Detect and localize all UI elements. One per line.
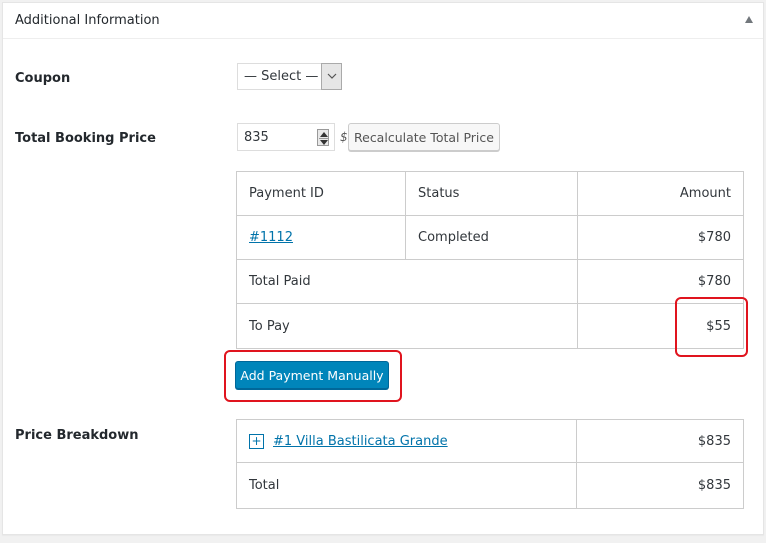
table-row: + #1 Villa Bastilicata Grande $835: [236, 419, 744, 463]
total-paid-row: Total Paid $780: [236, 259, 744, 304]
breakdown-item-cell: + #1 Villa Bastilicata Grande: [236, 419, 577, 463]
recalculate-total-price-button[interactable]: Recalculate Total Price: [348, 123, 500, 151]
payment-status-cell: Completed: [405, 215, 578, 260]
column-header-status: Status: [405, 171, 578, 216]
coupon-select-value: — Select —: [244, 69, 319, 84]
to-pay-label: To Pay: [236, 303, 578, 349]
payment-id-cell: #1112: [236, 215, 406, 260]
breakdown-item-amount: $835: [576, 419, 744, 463]
plus-icon[interactable]: +: [249, 433, 264, 449]
total-booking-price-input[interactable]: 835: [237, 123, 335, 151]
add-payment-manually-button[interactable]: Add Payment Manually: [235, 361, 389, 389]
column-header-payment-id: Payment ID: [236, 171, 406, 216]
total-booking-price-label: Total Booking Price: [15, 131, 156, 146]
to-pay-value: $55: [577, 303, 744, 349]
price-breakdown-table: + #1 Villa Bastilicata Grande $835 Total …: [236, 419, 744, 509]
total-paid-value: $780: [577, 259, 744, 304]
total-paid-label: Total Paid: [236, 259, 578, 304]
total-booking-price-value: 835: [244, 130, 269, 145]
breakdown-total-value: $835: [576, 462, 744, 509]
metabox-header[interactable]: Additional Information: [3, 3, 763, 39]
breakdown-total-label: Total: [236, 462, 577, 509]
payment-id-link[interactable]: #1112: [249, 230, 293, 245]
currency-symbol: $: [340, 130, 348, 144]
chevron-down-icon[interactable]: [321, 63, 342, 90]
accommodation-link[interactable]: #1 Villa Bastilicata Grande: [273, 434, 448, 449]
metabox-title: Additional Information: [15, 13, 160, 28]
breakdown-total-row: Total $835: [236, 462, 744, 509]
price-breakdown-label: Price Breakdown: [15, 428, 139, 443]
coupon-select[interactable]: — Select —: [237, 63, 342, 90]
number-spinner-icon[interactable]: [317, 129, 329, 146]
additional-information-metabox: Additional Information Coupon — Select —…: [2, 2, 764, 535]
payments-table: Payment ID Status Amount #1112 Completed…: [236, 171, 744, 349]
payment-amount-cell: $780: [577, 215, 744, 260]
triangle-up-icon[interactable]: [745, 16, 753, 23]
table-header-row: Payment ID Status Amount: [236, 171, 744, 216]
table-row: #1112 Completed $780: [236, 215, 744, 260]
to-pay-row: To Pay $55: [236, 303, 744, 349]
coupon-label: Coupon: [15, 71, 71, 86]
column-header-amount: Amount: [577, 171, 744, 216]
